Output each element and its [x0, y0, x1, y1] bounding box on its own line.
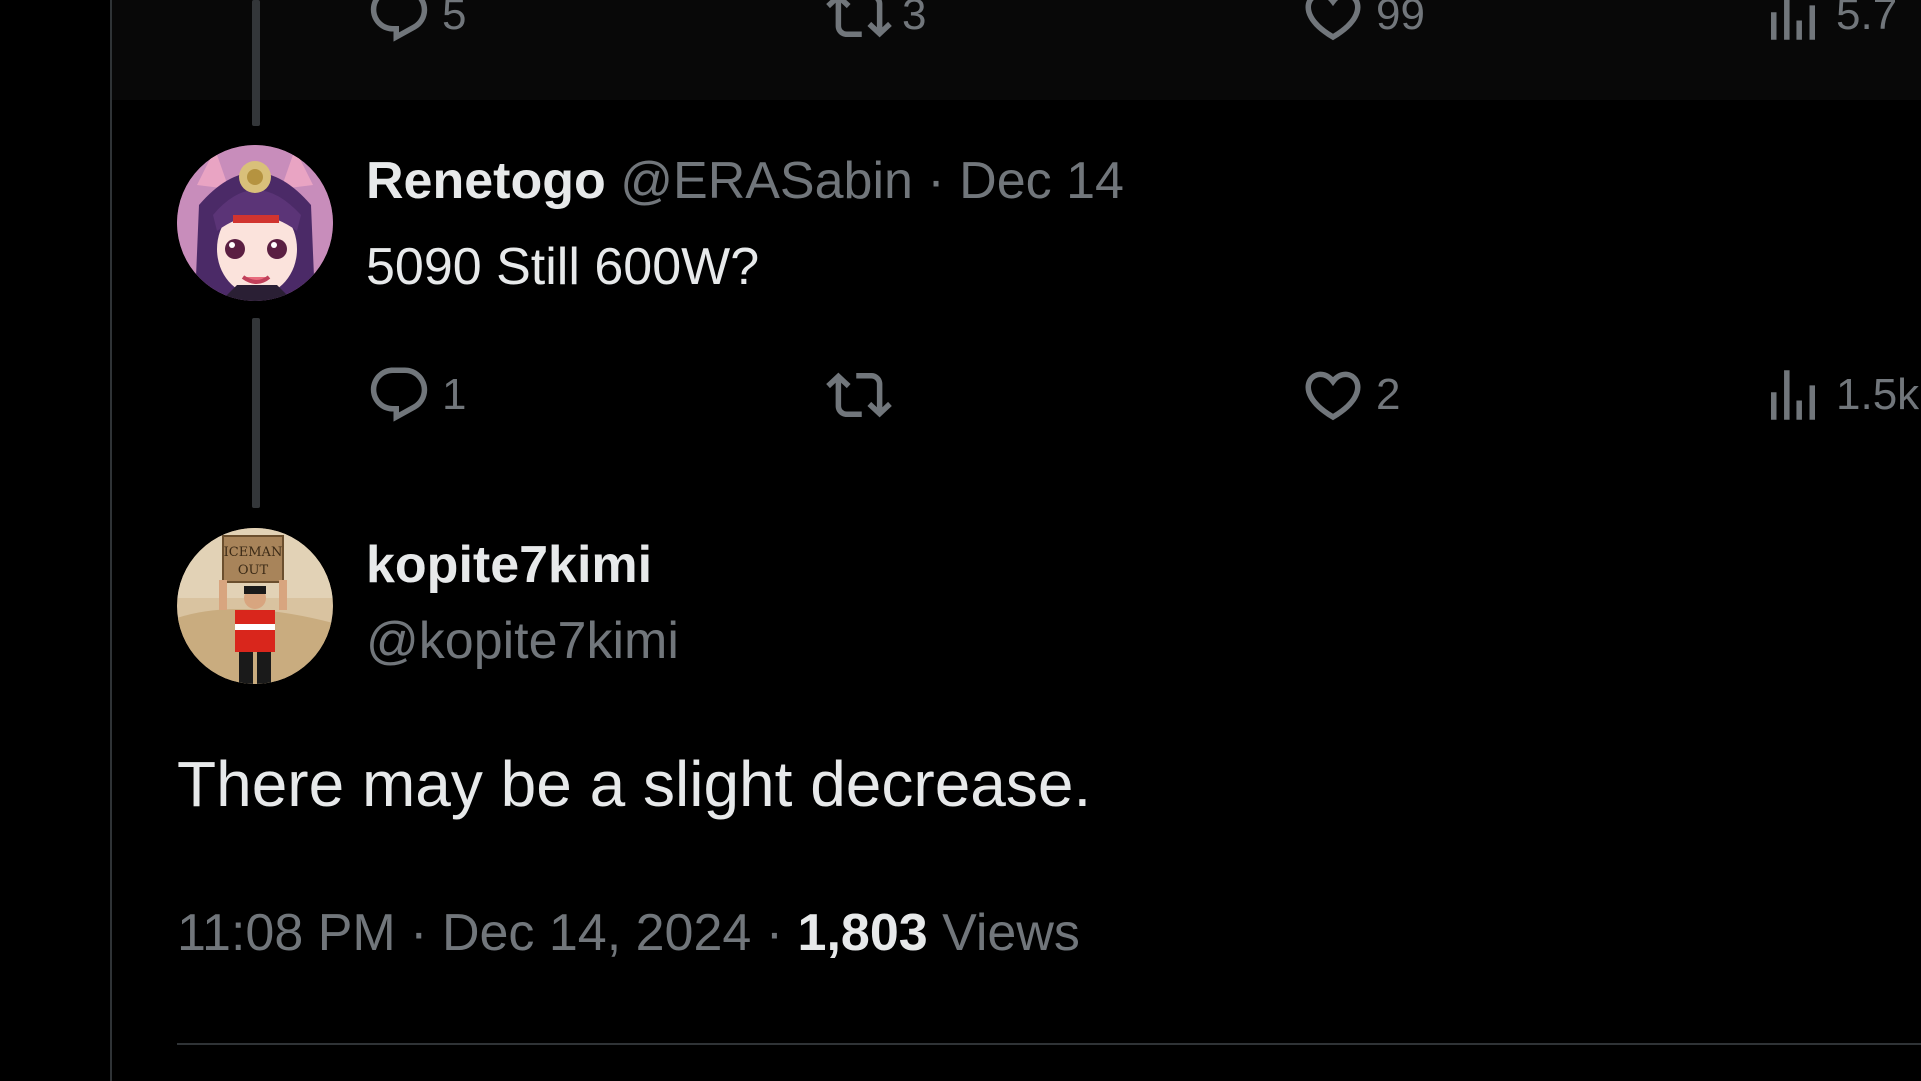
tweet-date[interactable]: Dec 14	[959, 152, 1124, 210]
separator-dot: ·	[765, 904, 784, 962]
views-count: 5.7	[1836, 0, 1898, 39]
views-count: 1.5k	[1836, 370, 1920, 419]
views-button[interactable]: 1.5k	[1760, 362, 1919, 428]
tweet-date[interactable]: Dec 14, 2024	[442, 904, 751, 962]
views-button[interactable]: 5.7	[1760, 0, 1897, 48]
display-name[interactable]: kopite7kimi	[366, 532, 652, 598]
reply-count: 5	[442, 0, 467, 39]
separator-dot: ·	[927, 152, 945, 210]
views-label: Views	[942, 904, 1080, 962]
reply-button[interactable]: 1	[366, 362, 466, 428]
views-count[interactable]: 1,803	[798, 904, 928, 962]
tweet-text: There may be a slight decrease.	[177, 748, 1092, 820]
like-button[interactable]: 2	[1300, 362, 1400, 428]
like-icon	[1305, 0, 1361, 41]
separator-dot: ·	[410, 904, 428, 962]
views-icon	[1771, 370, 1815, 420]
avatar-sign-line1: ICEMAN	[224, 545, 283, 560]
repost-count: 3	[902, 0, 927, 39]
tweet-metadata: 11:08 PM · Dec 14, 2024 · 1,803 Views	[177, 900, 1080, 966]
reply-button[interactable]: 5	[366, 0, 466, 48]
avatar[interactable]	[177, 145, 333, 301]
repost-icon	[826, 0, 892, 38]
divider	[177, 1043, 1921, 1045]
like-count: 99	[1376, 0, 1425, 39]
views-icon	[1771, 0, 1815, 40]
like-icon	[1305, 371, 1361, 421]
like-button[interactable]: 99	[1300, 0, 1425, 48]
anime-avatar-image	[177, 145, 333, 301]
user-handle[interactable]: @ERASabin	[620, 152, 913, 210]
repost-icon	[826, 372, 892, 418]
display-name[interactable]: Renetogo	[366, 152, 606, 210]
reply-text: 5090 Still 600W?	[366, 238, 760, 296]
timeline-left-border	[110, 0, 112, 1081]
repost-button[interactable]	[826, 362, 902, 428]
reply-icon	[370, 367, 428, 422]
user-handle[interactable]: @kopite7kimi	[366, 608, 679, 674]
avatar[interactable]: ICEMAN OUT	[177, 528, 333, 684]
tweet-time[interactable]: 11:08 PM	[177, 904, 396, 962]
reply-header: Renetogo @ERASabin · Dec 14	[366, 148, 1124, 214]
like-count: 2	[1376, 370, 1401, 419]
reply-icon	[370, 0, 428, 42]
thread-connector-line	[252, 0, 260, 126]
person-holding-sign-avatar-image: ICEMAN OUT	[177, 528, 333, 684]
avatar-sign-line2: OUT	[238, 563, 269, 578]
repost-button[interactable]: 3	[826, 0, 926, 48]
thread-connector-line	[252, 318, 260, 508]
reply-count: 1	[442, 370, 467, 419]
